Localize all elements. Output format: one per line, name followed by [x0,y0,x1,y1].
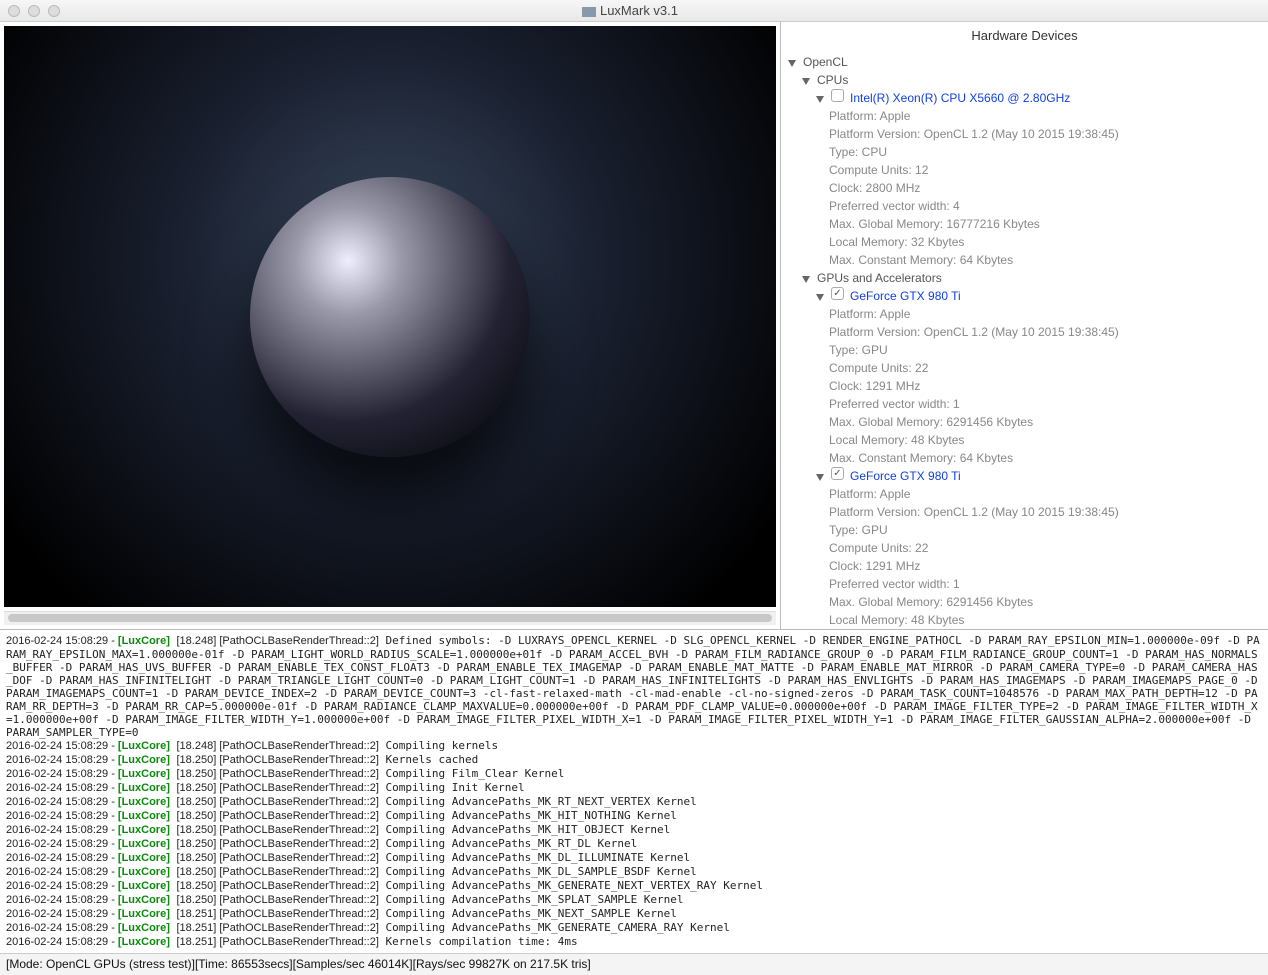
device-property: Preferred vector width: 4 [829,197,1262,215]
device-property: Max. Global Memory: 16777216 Kbytes [829,215,1262,233]
device-property: Type: GPU [829,521,1262,539]
device-property: Compute Units: 22 [829,359,1262,377]
device-name-gpu[interactable]: GeForce GTX 980 Ti [850,287,961,305]
tree-root-label[interactable]: OpenCL [803,53,848,71]
device-property: Platform: Apple [829,305,1262,323]
status-bar: [Mode: OpenCL GPUs (stress test)] [Time:… [0,953,1268,975]
tree-gpus-label[interactable]: GPUs and Accelerators [817,269,942,287]
device-property: Platform Version: OpenCL 1.2 (May 10 201… [829,125,1262,143]
status-mode: [Mode: OpenCL GPUs (stress test)] [6,957,195,972]
hardware-panel: Hardware Devices OpenCLCPUsIntel(R) Xeon… [780,22,1268,629]
status-rays: [Rays/sec 99827K on 217.5K tris] [413,957,591,972]
device-property: Max. Global Memory: 6291456 Kbytes [829,413,1262,431]
status-time: [Time: 86553secs] [195,957,293,972]
app-icon [582,7,596,17]
disclosure-icon[interactable] [815,92,827,104]
device-property: Type: GPU [829,341,1262,359]
device-property: Preferred vector width: 1 [829,575,1262,593]
titlebar: LuxMark v3.1 [0,0,1268,22]
minimize-icon[interactable] [28,5,40,17]
tree-cpus-label[interactable]: CPUs [817,71,848,89]
device-property: Clock: 1291 MHz [829,557,1262,575]
disclosure-icon[interactable] [801,74,813,86]
device-property: Platform: Apple [829,107,1262,125]
device-property: Local Memory: 32 Kbytes [829,233,1262,251]
device-checkbox[interactable] [831,467,844,480]
device-property: Type: CPU [829,143,1262,161]
device-property: Local Memory: 48 Kbytes [829,611,1262,629]
device-property: Platform Version: OpenCL 1.2 (May 10 201… [829,503,1262,521]
device-checkbox[interactable] [831,89,844,102]
device-property: Max. Global Memory: 6291456 Kbytes [829,593,1262,611]
render-panel [0,22,780,629]
window-controls[interactable] [8,5,60,17]
status-samples: [Samples/sec 46014K] [293,957,413,972]
disclosure-icon[interactable] [815,290,827,302]
render-viewport[interactable] [4,26,776,607]
window-title: LuxMark v3.1 [600,3,678,18]
viewport-scroll-v[interactable] [758,30,772,587]
viewport-scroll-h[interactable] [4,611,776,625]
device-property: Clock: 1291 MHz [829,377,1262,395]
device-property: Compute Units: 12 [829,161,1262,179]
device-property: Platform: Apple [829,485,1262,503]
zoom-icon[interactable] [48,5,60,17]
disclosure-icon[interactable] [787,56,799,68]
main-area: Hardware Devices OpenCLCPUsIntel(R) Xeon… [0,22,1268,629]
render-preview-sphere [250,177,530,457]
close-icon[interactable] [8,5,20,17]
device-property: Max. Constant Memory: 64 Kbytes [829,251,1262,269]
device-tree[interactable]: OpenCLCPUsIntel(R) Xeon(R) CPU X5660 @ 2… [781,49,1268,629]
device-property: Local Memory: 48 Kbytes [829,431,1262,449]
device-property: Clock: 2800 MHz [829,179,1262,197]
device-property: Max. Constant Memory: 64 Kbytes [829,449,1262,467]
device-name-cpu[interactable]: Intel(R) Xeon(R) CPU X5660 @ 2.80GHz [850,89,1070,107]
log-output[interactable]: 2016-02-24 15:08:29 - [LuxCore] [18.248]… [0,629,1268,953]
device-property: Platform Version: OpenCL 1.2 (May 10 201… [829,323,1262,341]
hardware-header: Hardware Devices [781,22,1268,49]
device-checkbox[interactable] [831,287,844,300]
device-property: Compute Units: 22 [829,539,1262,557]
device-property: Preferred vector width: 1 [829,395,1262,413]
disclosure-icon[interactable] [815,470,827,482]
disclosure-icon[interactable] [801,272,813,284]
device-name-gpu[interactable]: GeForce GTX 980 Ti [850,467,961,485]
